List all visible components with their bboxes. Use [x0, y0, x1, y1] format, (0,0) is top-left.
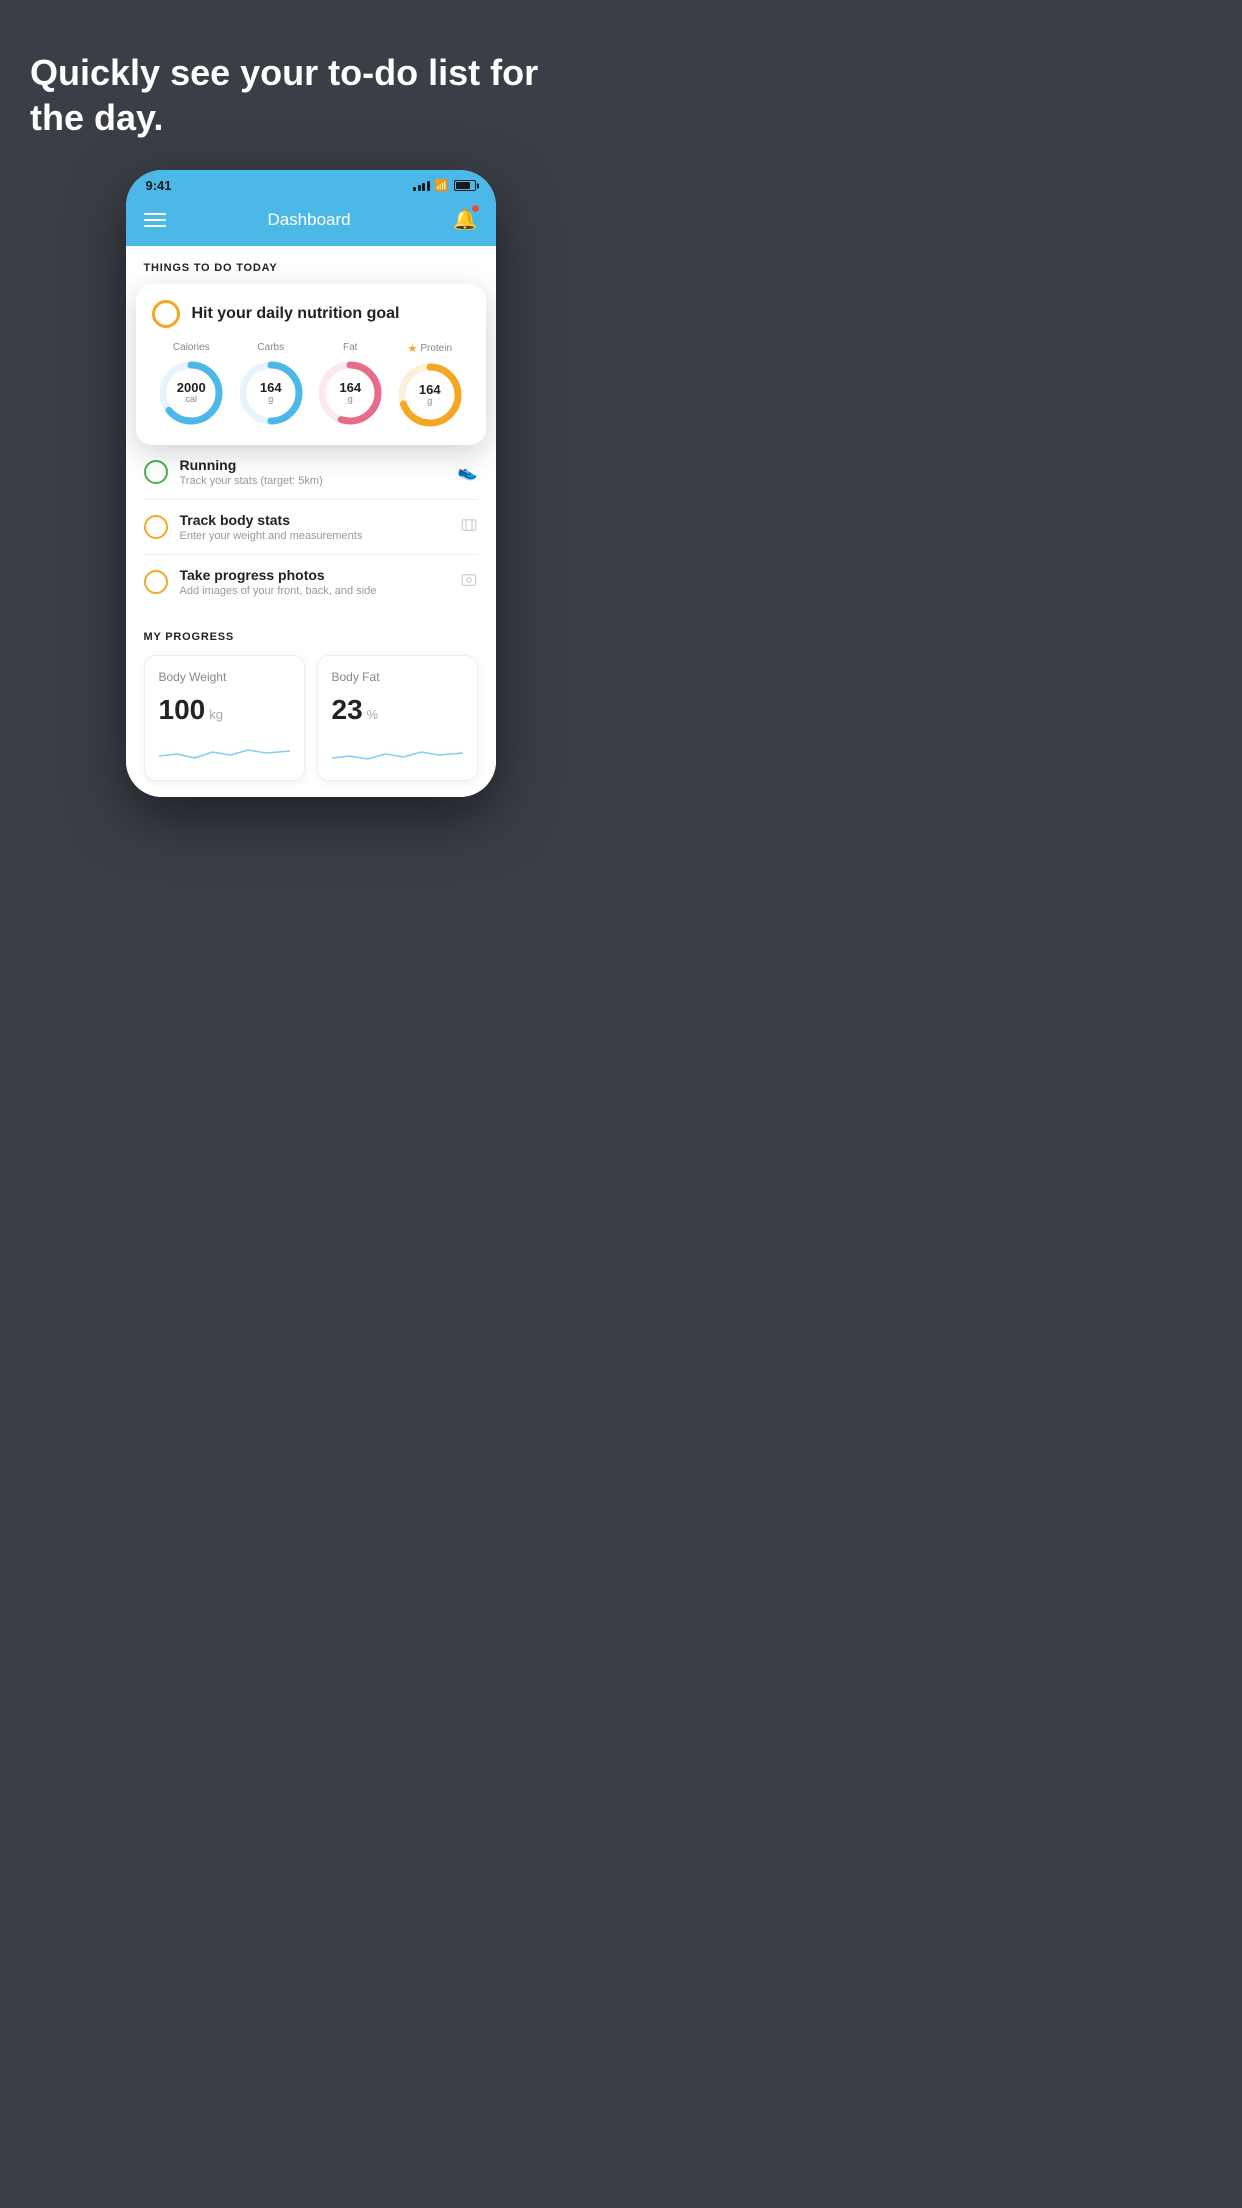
- running-icon: 👟: [458, 462, 478, 482]
- carbs-label: Carbs: [257, 342, 284, 353]
- carbs-value: 164: [260, 381, 282, 395]
- calories-value: 2000: [177, 381, 206, 395]
- body-fat-value: 23 %: [332, 694, 463, 726]
- nutrition-stats: Calories 2000 cal: [152, 342, 470, 429]
- todo-item-photos[interactable]: Take progress photos Add images of your …: [144, 555, 478, 609]
- nutrition-card-title: Hit your daily nutrition goal: [192, 305, 400, 323]
- hero-section: Quickly see your to-do list for the day.: [0, 0, 621, 160]
- calories-stat: Calories 2000 cal: [157, 342, 225, 427]
- app-title: Dashboard: [267, 210, 350, 230]
- running-check-circle: [144, 460, 168, 484]
- progress-section: MY PROGRESS Body Weight 100 kg: [126, 615, 496, 797]
- status-time: 9:41: [146, 178, 172, 193]
- body-weight-value: 100 kg: [159, 694, 290, 726]
- progress-header: MY PROGRESS: [144, 631, 478, 643]
- nutrition-card-header: Hit your daily nutrition goal: [152, 300, 470, 328]
- phone-mockup: 9:41 📶 Dashboard 🔔: [0, 170, 621, 837]
- body-stats-icon: [460, 516, 478, 539]
- body-weight-sparkline: [159, 736, 290, 766]
- body-weight-unit: kg: [209, 707, 223, 722]
- protein-donut: 164 g: [396, 361, 464, 429]
- notification-dot: [472, 205, 479, 212]
- body-fat-number: 23: [332, 694, 363, 726]
- wifi-icon: 📶: [435, 179, 449, 192]
- nutrition-check-circle: [152, 300, 180, 328]
- body-weight-number: 100: [159, 694, 206, 726]
- calories-unit: cal: [177, 395, 206, 405]
- signal-icon: [413, 181, 430, 191]
- photos-subtitle: Add images of your front, back, and side: [180, 585, 448, 597]
- protein-value: 164: [419, 383, 441, 397]
- body-stats-check-circle: [144, 515, 168, 539]
- body-stats-text: Track body stats Enter your weight and m…: [180, 512, 448, 542]
- carbs-unit: g: [260, 395, 282, 405]
- body-fat-sparkline: [332, 736, 463, 766]
- todo-list: Running Track your stats (target: 5km) 👟…: [126, 445, 496, 609]
- todo-item-running[interactable]: Running Track your stats (target: 5km) 👟: [144, 445, 478, 500]
- app-header: Dashboard 🔔: [126, 197, 496, 246]
- nutrition-card[interactable]: Hit your daily nutrition goal Calories: [136, 284, 486, 445]
- running-subtitle: Track your stats (target: 5km): [180, 475, 446, 487]
- app-content: THINGS TO DO TODAY Hit your daily nutrit…: [126, 246, 496, 797]
- battery-icon: [454, 180, 476, 191]
- todo-item-body-stats[interactable]: Track body stats Enter your weight and m…: [144, 500, 478, 555]
- protein-star-icon: ★: [407, 342, 417, 355]
- protein-stat: ★ Protein 164 g: [396, 342, 464, 429]
- status-icons: 📶: [413, 179, 475, 192]
- body-stats-title: Track body stats: [180, 512, 448, 528]
- status-bar: 9:41 📶: [126, 170, 496, 197]
- things-today-header: THINGS TO DO TODAY: [126, 246, 496, 284]
- photos-title: Take progress photos: [180, 567, 448, 583]
- running-title: Running: [180, 457, 446, 473]
- carbs-donut: 164 g: [237, 359, 305, 427]
- fat-unit: g: [339, 395, 361, 405]
- progress-cards: Body Weight 100 kg Body Fat: [144, 655, 478, 781]
- protein-unit: g: [419, 397, 441, 407]
- carbs-stat: Carbs 164 g: [237, 342, 305, 427]
- photos-text: Take progress photos Add images of your …: [180, 567, 448, 597]
- calories-label: Calories: [173, 342, 210, 353]
- fat-stat: Fat 164 g: [316, 342, 384, 427]
- fat-value: 164: [339, 381, 361, 395]
- photos-check-circle: [144, 570, 168, 594]
- phone-frame: 9:41 📶 Dashboard 🔔: [126, 170, 496, 797]
- body-fat-card[interactable]: Body Fat 23 %: [317, 655, 478, 781]
- fat-label: Fat: [343, 342, 357, 353]
- body-stats-subtitle: Enter your weight and measurements: [180, 530, 448, 542]
- body-weight-card-title: Body Weight: [159, 670, 290, 684]
- protein-label: ★ Protein: [407, 342, 452, 355]
- body-fat-unit: %: [367, 707, 379, 722]
- notification-bell-button[interactable]: 🔔: [453, 207, 478, 232]
- body-fat-card-title: Body Fat: [332, 670, 463, 684]
- running-text: Running Track your stats (target: 5km): [180, 457, 446, 487]
- body-weight-card[interactable]: Body Weight 100 kg: [144, 655, 305, 781]
- photos-icon: [460, 571, 478, 594]
- menu-button[interactable]: [144, 213, 166, 227]
- fat-donut: 164 g: [316, 359, 384, 427]
- calories-donut: 2000 cal: [157, 359, 225, 427]
- hero-title: Quickly see your to-do list for the day.: [30, 50, 591, 140]
